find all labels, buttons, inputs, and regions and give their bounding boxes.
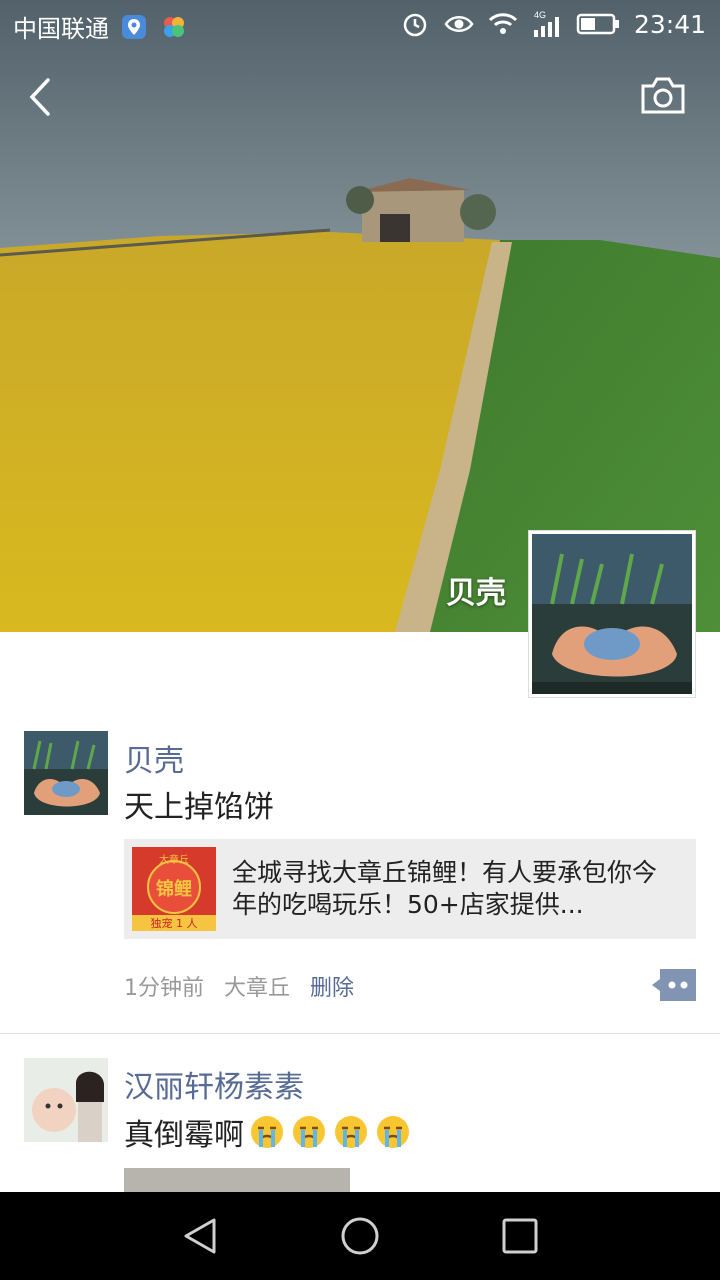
back-triangle-icon[interactable] — [176, 1212, 224, 1260]
app-notification-icon — [164, 16, 184, 37]
post-meta: 1分钟前 大章丘 删除 — [124, 970, 354, 1002]
alarm-icon — [403, 13, 427, 37]
profile-avatar[interactable] — [528, 530, 696, 698]
link-thumbnail: 大章丘 锦鲤 独宠 1 人 — [132, 847, 216, 931]
comment-menu-icon[interactable] — [652, 969, 696, 1001]
post-text: 天上掉馅饼 — [124, 790, 274, 825]
signal-4g-icon: 4G — [533, 10, 559, 37]
carrier-name: 中国联通 — [13, 15, 109, 43]
post-location[interactable]: 大章丘 — [224, 970, 290, 1002]
crying-face-icon — [293, 1116, 325, 1148]
camera-icon[interactable] — [638, 74, 688, 118]
eye-comfort-icon — [444, 16, 474, 32]
link-title: 全城寻找大章丘锦鲤！有人要承包你今年的吃喝玩乐！50+店家提供... — [232, 858, 658, 919]
hands-water-image — [24, 731, 108, 815]
location-icon — [122, 14, 146, 39]
post-time: 1分钟前 — [124, 976, 204, 1001]
baby-photo-image — [24, 1058, 108, 1142]
svg-text:独宠 1 人: 独宠 1 人 — [151, 916, 198, 930]
post-text-content: 真倒霉啊 — [124, 1118, 244, 1153]
home-circle-icon[interactable] — [336, 1212, 384, 1260]
crying-face-icon — [251, 1116, 283, 1148]
crying-face-icon — [335, 1116, 367, 1148]
moment-post: 汉丽轩杨素素 真倒霉啊 — [0, 1034, 720, 1198]
username[interactable]: 贝壳 — [124, 736, 184, 780]
delete-button[interactable]: 删除 — [310, 970, 354, 1002]
back-button[interactable] — [20, 72, 64, 122]
username[interactable]: 汉丽轩杨素素 — [124, 1062, 304, 1106]
svg-text:锦鲤: 锦鲤 — [156, 878, 192, 900]
battery-icon — [576, 13, 619, 35]
svg-text:大章丘: 大章丘 — [159, 853, 189, 866]
hands-water-image — [532, 534, 692, 694]
post-text: 真倒霉啊 — [124, 1110, 412, 1154]
status-bar: 中国联通 4G 23:41 — [0, 0, 720, 50]
svg-text:4G: 4G — [534, 10, 546, 20]
clock: 23:41 — [633, 9, 706, 39]
profile-name: 贝壳 — [446, 576, 506, 611]
crying-face-icon — [377, 1116, 409, 1148]
recents-square-icon[interactable] — [496, 1212, 544, 1260]
shared-link-card[interactable]: 大章丘 锦鲤 独宠 1 人 全城寻找大章丘锦鲤！有人要承包你今年的吃喝玩乐！50… — [124, 839, 696, 939]
avatar[interactable] — [24, 731, 108, 815]
system-nav-bar — [0, 1192, 720, 1280]
moment-post: 贝壳 天上掉馅饼 大章丘 锦鲤 独宠 1 人 全城寻找大章丘锦鲤！有人要承包你今… — [0, 728, 720, 1034]
avatar[interactable] — [24, 1058, 108, 1142]
wifi-icon — [488, 13, 518, 34]
